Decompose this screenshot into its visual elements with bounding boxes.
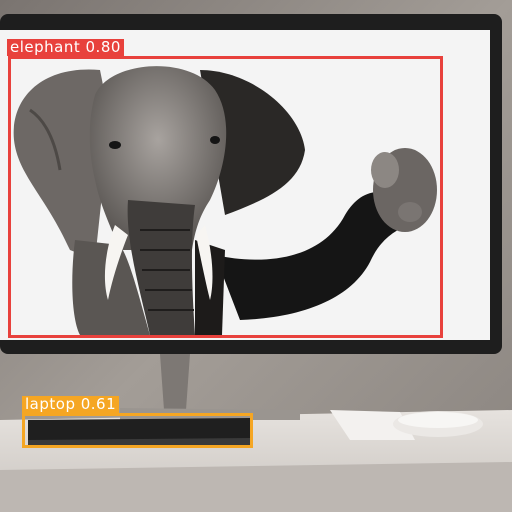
laptop-detection-label: laptop 0.61: [22, 396, 120, 413]
elephant-detection-box: [8, 56, 443, 338]
elephant-detection-label: elephant 0.80: [7, 39, 124, 56]
laptop-detection-box: [22, 413, 253, 448]
monitor-stand: [160, 354, 190, 410]
